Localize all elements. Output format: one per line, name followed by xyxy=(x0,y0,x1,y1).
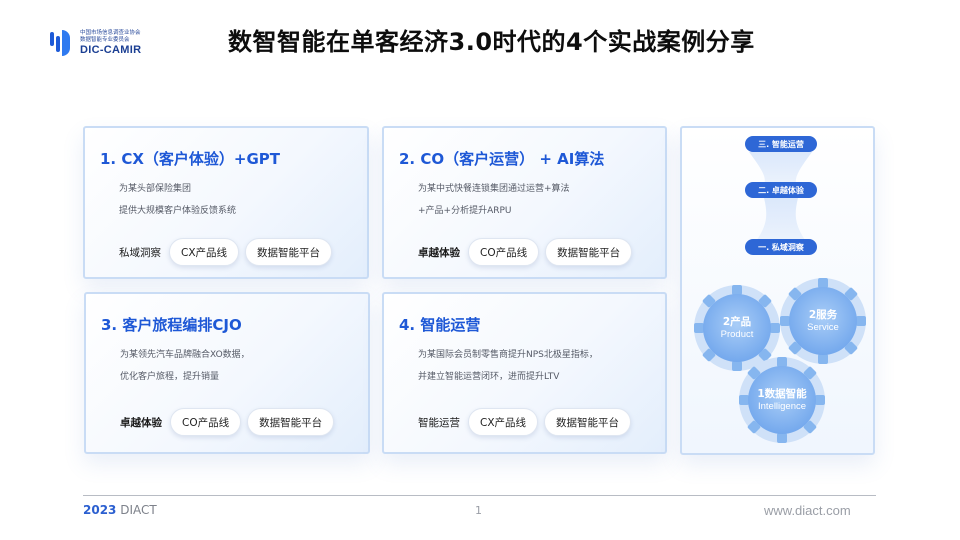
case-card-desc-line: 为某头部保险集团 xyxy=(119,184,192,194)
platform-pill[interactable]: 数据智能平台 xyxy=(545,238,633,266)
case-card-footer: 智能运营 CX产品线 数据智能平台 xyxy=(418,408,637,436)
product-line-pill[interactable]: CO产品线 xyxy=(468,238,540,266)
logo-org-line2: 数据智能专业委员会 xyxy=(80,36,130,43)
case-card-description: 为某中式快餐连锁集团通过运营+算法 +产品+分析提升ARPU xyxy=(418,178,570,222)
product-line-pill[interactable]: CO产品线 xyxy=(170,408,242,436)
product-line-pill[interactable]: CX产品线 xyxy=(169,238,240,266)
case-card-cjo: 3. 客户旅程编排CJO 为某领先汽车品牌融合XO数据， 优化客户旅程，提升销量… xyxy=(84,292,370,454)
platform-pill[interactable]: 数据智能平台 xyxy=(247,408,335,436)
case-card-description: 为某领先汽车品牌融合XO数据， 优化客户旅程，提升销量 xyxy=(120,344,250,388)
case-card-footer: 私域洞察 CX产品线 数据智能平台 xyxy=(119,238,338,266)
gear-intelligence-label: 1数据智能 Intelligence xyxy=(748,386,816,412)
gear-intelligence-en: Intelligence xyxy=(757,401,807,412)
gear-intelligence-cn: 1数据智能 xyxy=(757,388,807,400)
logo-org-line1: 中国市场信息调查业协会 xyxy=(80,29,141,36)
case-card-title: 4. 智能运营 xyxy=(399,316,481,334)
page-title: 数智智能在单客经济3.0时代的4个实战案例分享 xyxy=(228,28,755,56)
page-number: 1 xyxy=(475,504,482,517)
footer-url: www.diact.com xyxy=(764,503,851,518)
logo-brand: DIC-CAMIR xyxy=(80,43,142,56)
case-card-stage-label: 私域洞察 xyxy=(119,246,161,259)
case-card-desc-line: 为某中式快餐连锁集团通过运营+算法 xyxy=(418,184,570,194)
step-smart-ops-badge: 三. 智能运营 xyxy=(745,136,817,152)
case-card-desc-line: 为某国际会员制零售商提升NPS北极星指标， xyxy=(418,350,598,360)
platform-pill[interactable]: 数据智能平台 xyxy=(544,408,632,436)
step-excellent-experience-badge: 二. 卓越体验 xyxy=(745,182,817,198)
case-card-desc-line: 为某领先汽车品牌融合XO数据， xyxy=(120,350,250,360)
case-card-desc-line: 提供大规模客户体验反馈系统 xyxy=(119,206,237,216)
case-card-stage-label: 智能运营 xyxy=(418,416,460,429)
case-card-stage-label: 卓越体验 xyxy=(418,246,460,259)
product-line-pill[interactable]: CX产品线 xyxy=(468,408,539,436)
logo-text: 中国市场信息调查业协会 数据智能专业委员会 DIC-CAMIR xyxy=(80,30,141,57)
gear-product-cn: 2产品 xyxy=(722,316,752,328)
case-card-title: 3. 客户旅程编排CJO xyxy=(101,316,242,334)
logo: 中国市场信息调查业协会 数据智能专业委员会 DIC-CAMIR xyxy=(50,26,141,60)
gear-product-label: 2产品 Product xyxy=(713,314,761,340)
case-card-description: 为某头部保险集团 提供大规模客户体验反馈系统 xyxy=(119,178,236,222)
case-card-stage-label: 卓越体验 xyxy=(120,416,162,429)
case-card-desc-line: +产品+分析提升ARPU xyxy=(418,206,512,216)
step-private-insight-badge: 一. 私域洞察 xyxy=(745,239,817,255)
footer-year: 2023 xyxy=(83,503,117,517)
case-card-description: 为某国际会员制零售商提升NPS北极星指标， 并建立智能运营闭环，进而提升LTV xyxy=(418,344,598,388)
gear-service-cn: 2服务 xyxy=(808,309,838,321)
case-card-title: 1. CX（客户体验）+GPT xyxy=(100,150,281,168)
case-card-footer: 卓越体验 CO产品线 数据智能平台 xyxy=(418,238,638,266)
footer-brand: 2023 DIACT xyxy=(83,503,157,517)
case-card-footer: 卓越体验 CO产品线 数据智能平台 xyxy=(120,408,340,436)
gear-service-label: 2服务 Service xyxy=(797,307,849,333)
case-card-co-ai: 2. CO（客户运营） + AI算法 为某中式快餐连锁集团通过运营+算法 +产品… xyxy=(382,126,667,279)
case-card-desc-line: 优化客户旅程，提升销量 xyxy=(120,372,220,382)
case-card-title: 2. CO（客户运营） + AI算法 xyxy=(399,150,605,168)
platform-pill[interactable]: 数据智能平台 xyxy=(245,238,333,266)
case-card-smart-ops: 4. 智能运营 为某国际会员制零售商提升NPS北极星指标， 并建立智能运营闭环，… xyxy=(382,292,667,454)
logo-mark-icon xyxy=(50,30,74,56)
framework-panel: 三. 智能运营 二. 卓越体验 一. 私域洞察 2产品 Product 2服务 … xyxy=(680,126,875,455)
gear-product-en: Product xyxy=(720,329,754,340)
case-card-cx-gpt: 1. CX（客户体验）+GPT 为某头部保险集团 提供大规模客户体验反馈系统 私… xyxy=(83,126,369,279)
case-card-desc-line: 并建立智能运营闭环，进而提升LTV xyxy=(418,372,560,382)
gear-service-en: Service xyxy=(807,322,839,333)
footer-org: DIACT xyxy=(120,503,157,517)
footer-divider xyxy=(83,495,876,496)
